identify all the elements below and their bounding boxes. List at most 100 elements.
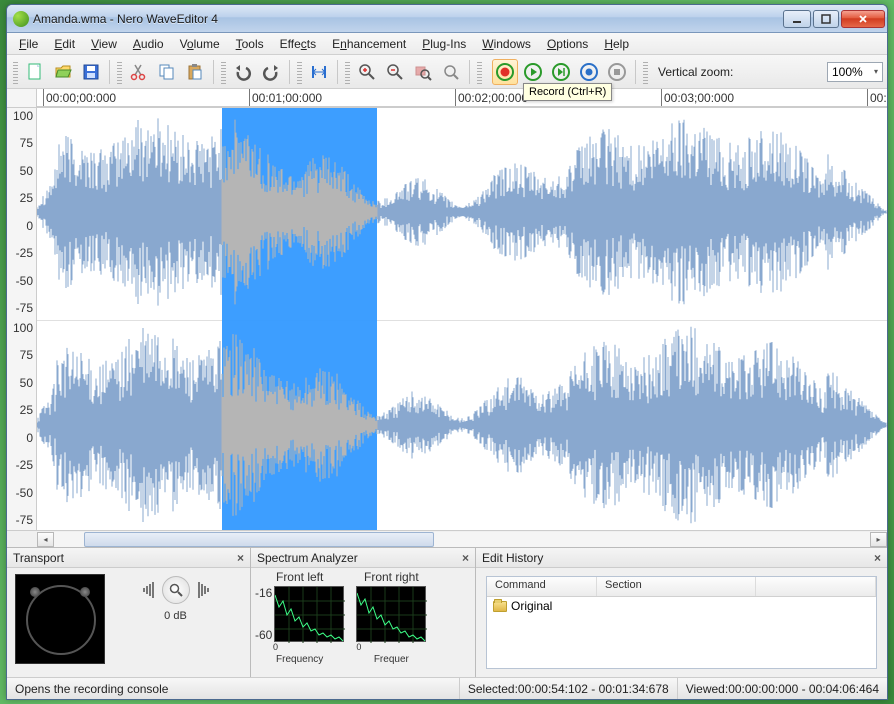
new-file-button[interactable] — [22, 59, 48, 85]
y-tick: 75 — [20, 136, 33, 150]
y-tick: -75 — [16, 513, 33, 527]
ruler-tick: 00:01;00:000 — [249, 89, 322, 106]
history-col-blank[interactable] — [756, 577, 876, 596]
menu-help[interactable]: Help — [596, 35, 637, 53]
menu-volume[interactable]: Volume — [172, 35, 228, 53]
history-header[interactable]: Command Section — [487, 577, 876, 597]
toolbar-grip[interactable] — [477, 60, 482, 84]
toolbar-grip[interactable] — [117, 60, 122, 84]
spectrum-panel: Spectrum Analyzer× Front left -16-60 0 — [251, 548, 476, 677]
ruler-tick: 00:0 — [867, 89, 888, 106]
toolbar-grip[interactable] — [221, 60, 226, 84]
zoom-out-button[interactable] — [382, 59, 408, 85]
record-button[interactable] — [492, 59, 518, 85]
y-tick: 0 — [26, 219, 33, 233]
menu-audio[interactable]: Audio — [125, 35, 172, 53]
y-tick: -50 — [16, 274, 33, 288]
vertical-zoom-combo[interactable]: 100% ▾ — [827, 62, 883, 82]
scroll-left-button[interactable]: ◂ — [37, 532, 54, 547]
menu-view[interactable]: View — [83, 35, 125, 53]
magnify-button[interactable] — [162, 576, 190, 604]
toolbar-grip[interactable] — [643, 60, 648, 84]
menu-options[interactable]: Options — [539, 35, 596, 53]
folder-icon — [493, 601, 507, 612]
menu-effects[interactable]: Effects — [272, 35, 324, 53]
history-row-label: Original — [511, 599, 552, 613]
edit-history-panel: Edit History × Command Section Original — [476, 548, 887, 677]
window-title: Amanda.wma - Nero WaveEditor 4 — [33, 12, 218, 26]
y-tick: 50 — [20, 376, 33, 390]
history-row[interactable]: Original — [487, 597, 876, 615]
copy-button[interactable] — [154, 59, 180, 85]
history-title: Edit History — [482, 551, 543, 565]
y-tick: 100 — [13, 321, 33, 335]
jog-wheel[interactable] — [15, 574, 105, 664]
spec-xlabel-right: Frequer — [374, 654, 409, 665]
y-tick: 100 — [13, 109, 33, 123]
y-tick: -25 — [16, 246, 33, 260]
close-panel-icon[interactable]: × — [462, 551, 469, 565]
status-hint: Opens the recording console — [7, 678, 460, 699]
db-readout: 0 dB — [164, 610, 187, 622]
spectrum-right-label: Front right — [364, 570, 419, 584]
y-tick: 75 — [20, 348, 33, 362]
zoom-selection-button[interactable] — [410, 59, 436, 85]
waveform-container: 1007550250-25-50-751007550250-25-50-75 — [7, 108, 887, 530]
close-panel-icon[interactable]: × — [874, 551, 881, 565]
title-bar[interactable]: Amanda.wma - Nero WaveEditor 4 — [7, 5, 887, 33]
zoom-fit-button[interactable] — [438, 59, 464, 85]
play-loop-button[interactable] — [548, 59, 574, 85]
rewind-button[interactable] — [576, 59, 602, 85]
spectrum-title: Spectrum Analyzer — [257, 551, 358, 565]
spectrum-right-graph — [356, 586, 426, 642]
y-tick: 0 — [26, 431, 33, 445]
spec-y-bot: -60 — [255, 628, 272, 642]
redo-button[interactable] — [258, 59, 284, 85]
channel-left — [37, 108, 887, 316]
cut-button[interactable] — [126, 59, 152, 85]
toolbar-grip[interactable] — [13, 60, 18, 84]
close-panel-icon[interactable]: × — [237, 551, 244, 565]
spec-x-zero: 0 — [356, 642, 361, 652]
record-tooltip: Record (Ctrl+R) — [523, 83, 612, 101]
paste-button[interactable] — [182, 59, 208, 85]
horizontal-scrollbar[interactable]: ◂ ▸ — [37, 530, 887, 547]
amplitude-axis: 1007550250-25-50-751007550250-25-50-75 — [7, 108, 37, 530]
stop-button[interactable] — [604, 59, 630, 85]
scroll-track[interactable] — [54, 532, 870, 547]
toolbar-grip[interactable] — [297, 60, 302, 84]
scroll-thumb[interactable] — [84, 532, 434, 547]
save-button[interactable] — [78, 59, 104, 85]
bottom-panels: Transport× 0 dB Spectrum Analyzer× — [7, 547, 887, 677]
open-file-button[interactable] — [50, 59, 76, 85]
toolbar-grip[interactable] — [345, 60, 350, 84]
scroll-right-button[interactable]: ▸ — [870, 532, 887, 547]
status-selected: Selected:00:00:54:102 - 00:01:34:678 — [460, 678, 678, 699]
ruler-tick: 00:03;00:000 — [661, 89, 734, 106]
maximize-button[interactable] — [813, 10, 839, 28]
menu-enhancement[interactable]: Enhancement — [324, 35, 414, 53]
play-button[interactable] — [520, 59, 546, 85]
toolbar: Vertical zoom: 100% ▾ Record (Ctrl+R) — [7, 55, 887, 89]
history-table[interactable]: Command Section Original — [486, 576, 877, 669]
waveform-area[interactable] — [37, 108, 887, 530]
zoom-in-button[interactable] — [354, 59, 380, 85]
minimize-button[interactable] — [783, 10, 811, 28]
menu-bar: File Edit View Audio Volume Tools Effect… — [7, 33, 887, 55]
menu-file[interactable]: File — [11, 35, 46, 53]
y-tick: -75 — [16, 301, 33, 315]
menu-edit[interactable]: Edit — [46, 35, 83, 53]
spec-y-top: -16 — [255, 586, 272, 600]
history-col-command[interactable]: Command — [487, 577, 597, 596]
spec-x-zero: 0 — [273, 642, 278, 652]
timeline-ruler[interactable]: 00:00;00:00000:01;00:00000:02;00:00000:0… — [37, 89, 887, 107]
menu-windows[interactable]: Windows — [474, 35, 539, 53]
close-button[interactable] — [841, 10, 885, 28]
history-col-section[interactable]: Section — [597, 577, 756, 596]
markers-button[interactable] — [306, 59, 332, 85]
undo-button[interactable] — [230, 59, 256, 85]
menu-tools[interactable]: Tools — [228, 35, 272, 53]
y-tick: 25 — [20, 403, 33, 417]
y-tick: 25 — [20, 191, 33, 205]
menu-plugins[interactable]: Plug-Ins — [414, 35, 474, 53]
